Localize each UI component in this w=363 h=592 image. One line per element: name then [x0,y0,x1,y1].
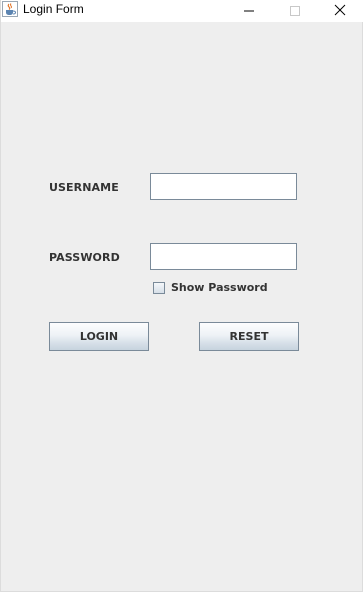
minimize-button[interactable] [226,0,272,20]
username-label: USERNAME [49,181,119,194]
login-button[interactable]: LOGIN [49,322,149,351]
java-cup-icon [2,1,18,17]
close-button[interactable] [317,0,363,20]
title-bar[interactable]: Login Form [1,0,363,22]
minimize-icon [244,1,254,20]
maximize-button[interactable] [272,0,318,20]
reset-button[interactable]: RESET [199,322,299,351]
login-button-label: LOGIN [79,330,119,343]
maximize-icon [290,1,300,20]
window-title: Login Form [23,2,84,16]
show-password-label[interactable]: Show Password [171,281,268,294]
password-label: PASSWORD [49,251,120,264]
username-field[interactable] [150,173,297,200]
password-field[interactable] [150,243,297,270]
login-form-window: Login Form USERNAME PASSWORD Show Passwo… [0,0,363,592]
reset-button-label: RESET [229,330,269,343]
show-password-checkbox[interactable] [153,282,165,294]
close-icon [334,1,346,20]
